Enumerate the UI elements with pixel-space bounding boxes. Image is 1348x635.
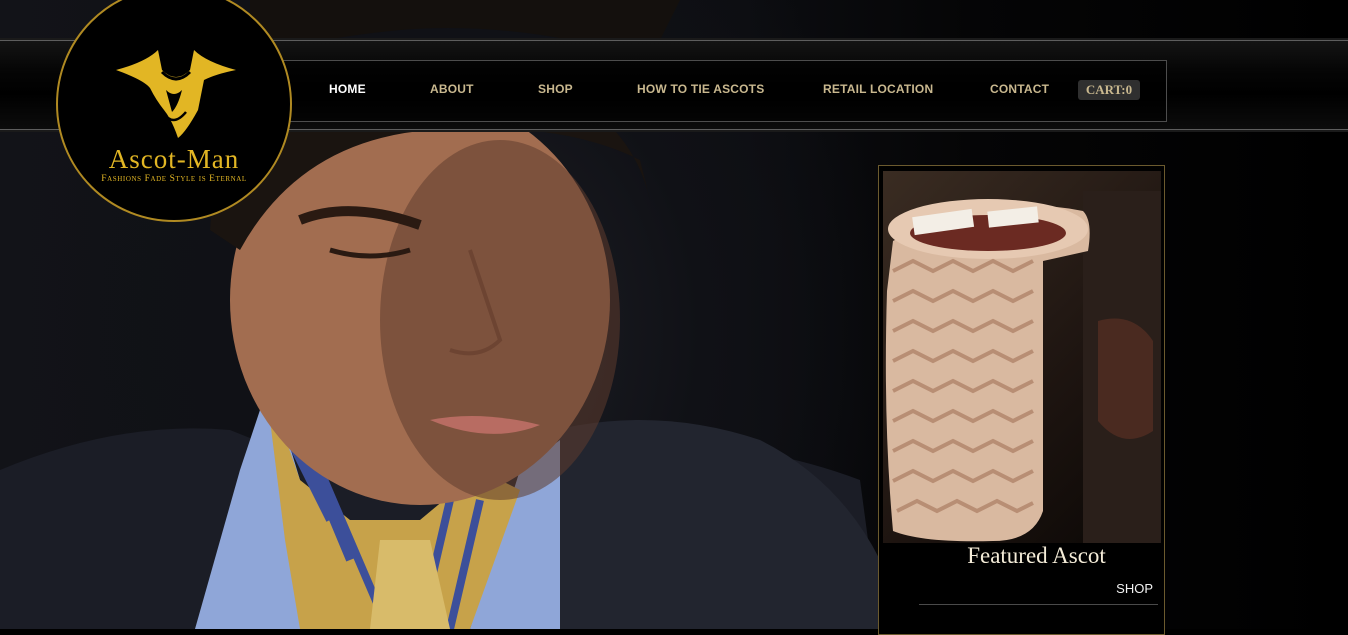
featured-shop-link[interactable]: SHOP bbox=[1116, 581, 1153, 596]
logo-name: Ascot-Man bbox=[108, 144, 240, 174]
cart-button[interactable]: CART:0 bbox=[1078, 80, 1140, 100]
nav-about[interactable]: ABOUT bbox=[430, 82, 474, 96]
nav-retail-location[interactable]: RETAIL LOCATION bbox=[823, 82, 933, 96]
nav-contact[interactable]: CONTACT bbox=[990, 82, 1049, 96]
nav-shop[interactable]: SHOP bbox=[538, 82, 573, 96]
featured-ascot-photo bbox=[885, 191, 1161, 543]
featured-title: Featured Ascot bbox=[967, 543, 1106, 568]
featured-ascot-image[interactable] bbox=[883, 171, 1161, 543]
divider bbox=[919, 604, 1158, 605]
nav-how-to-tie-ascots[interactable]: HOW TO TIE ASCOTS bbox=[637, 82, 764, 96]
ascot-man-emblem-icon bbox=[116, 50, 236, 138]
featured-panel: Featured Ascot SHOP bbox=[878, 165, 1165, 635]
logo-tagline: Fashions Fade Style is Eternal bbox=[101, 174, 247, 184]
nav-home[interactable]: HOME bbox=[329, 82, 366, 96]
